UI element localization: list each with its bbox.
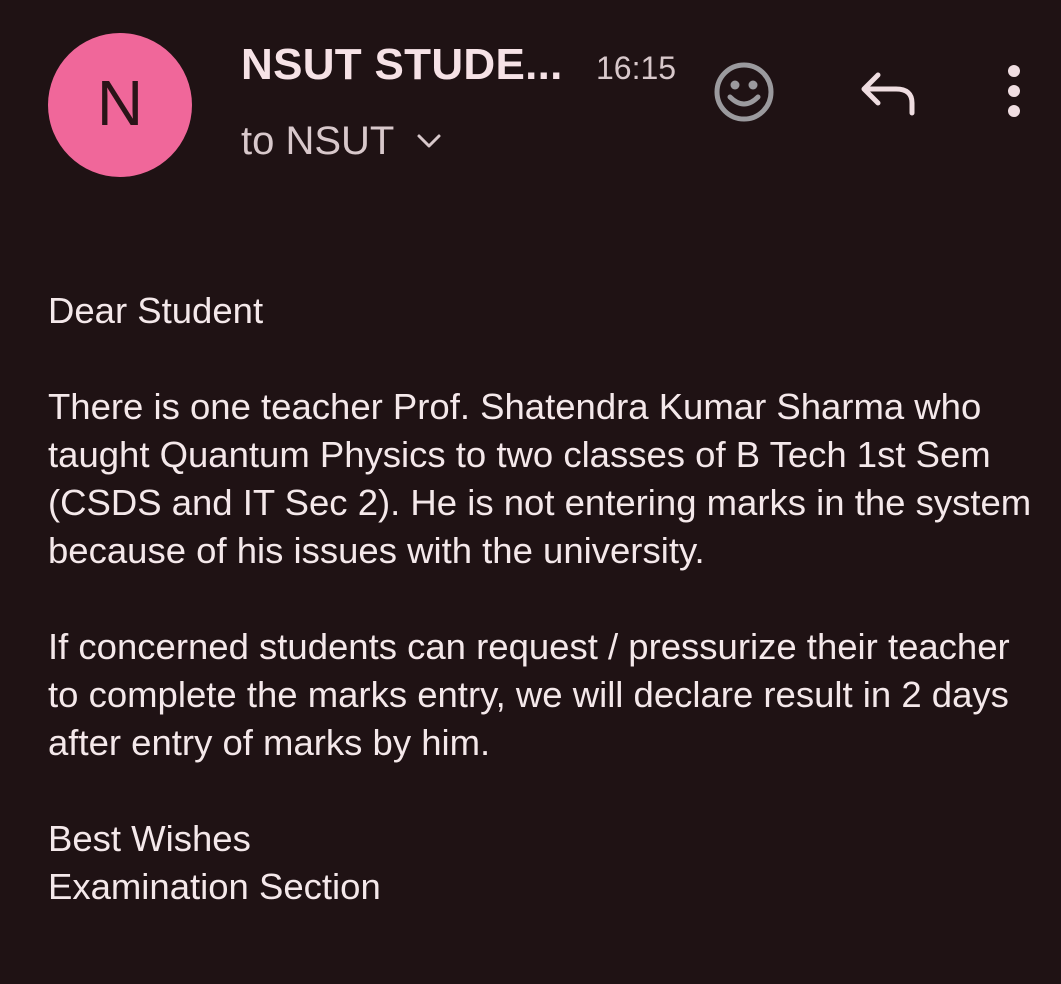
chevron-down-icon (416, 133, 442, 149)
message-paragraph: There is one teacher Prof. Shatendra Kum… (48, 386, 1032, 571)
reply-icon (858, 69, 918, 122)
sender-name[interactable]: NSUT STUDE... (241, 40, 563, 90)
message-closing: Best Wishes (48, 818, 251, 859)
message-body: Dear Student There is one teacher Prof. … (48, 287, 1038, 911)
message-greeting: Dear Student (48, 290, 264, 331)
add-reaction-button[interactable] (711, 61, 777, 127)
emoji-smile-icon (713, 61, 775, 128)
avatar[interactable]: N (48, 33, 192, 177)
message-paragraph: If concerned students can request / pres… (48, 626, 1010, 763)
reply-button[interactable] (855, 66, 921, 124)
message-signature: Examination Section (48, 866, 381, 907)
avatar-letter: N (96, 67, 144, 139)
more-vertical-icon (1004, 63, 1024, 124)
message-time: 16:15 (596, 50, 677, 86)
more-options-button[interactable] (997, 62, 1031, 124)
recipient-label: to NSUT (241, 119, 395, 163)
recipient-toggle[interactable]: to NSUT (241, 119, 442, 163)
